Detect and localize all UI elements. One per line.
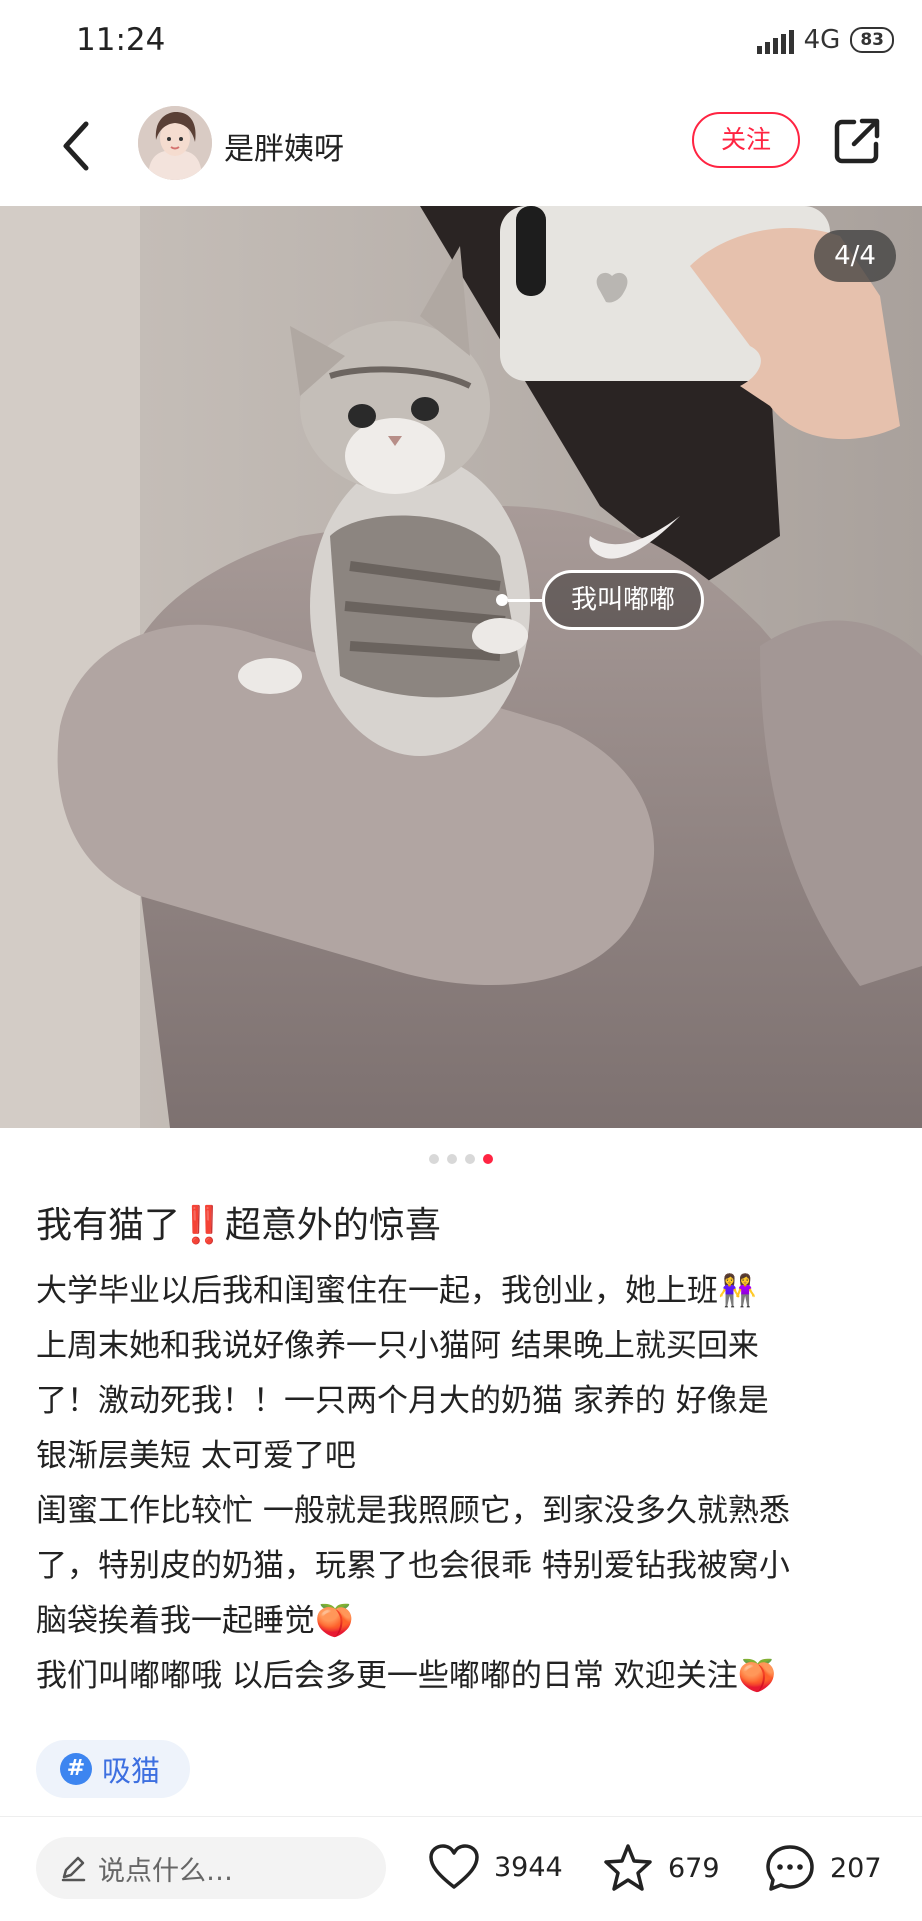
post-body-line: 上周末她和我说好像养一只小猫阿 结果晚上就买回来 xyxy=(36,1328,759,1364)
post-image[interactable]: 4/4 我叫嘟嘟 xyxy=(0,206,922,1128)
status-indicators: 4G 83 xyxy=(756,22,894,58)
tag-anchor-dot xyxy=(496,594,508,606)
heart-icon xyxy=(429,1844,479,1889)
tag-label[interactable]: 我叫嘟嘟 xyxy=(542,570,705,630)
double-exclamation-icon: ‼️ xyxy=(180,1205,225,1246)
author-name[interactable]: 是胖姨呀 xyxy=(224,124,344,168)
back-button[interactable] xyxy=(54,116,104,176)
star-icon xyxy=(604,1844,652,1891)
kitten-photo xyxy=(0,206,922,1128)
hashtag-label: 吸猫 xyxy=(102,1754,161,1788)
carousel-dot xyxy=(447,1154,457,1164)
hashtag-chip[interactable]: # 吸猫 xyxy=(36,1740,191,1798)
image-counter: 4/4 xyxy=(814,230,896,282)
comment-count: 207 xyxy=(830,1852,882,1884)
carousel-dot xyxy=(465,1154,475,1164)
signal-icon xyxy=(756,26,794,54)
pencil-icon xyxy=(61,1856,86,1882)
carousel-dot-active xyxy=(483,1154,493,1164)
comment-button[interactable]: 207 xyxy=(764,1843,882,1893)
post-body-line: 闺蜜工作比较忙 一般就是我照顾它，到家没多久就熟悉 xyxy=(36,1493,790,1529)
post-body-line: 大学毕业以后我和闺蜜住在一起，我创业，她上班👭 xyxy=(36,1273,757,1309)
post-body-line: 脑袋挨着我一起睡觉🍑 xyxy=(36,1603,354,1639)
comment-placeholder: 说点什么… xyxy=(98,1855,233,1887)
post-body-line: 我们叫嘟嘟哦 以后会多更一些嘟嘟的日常 欢迎关注🍑 xyxy=(36,1658,777,1694)
image-tag[interactable]: 我叫嘟嘟 xyxy=(496,570,705,630)
tag-connector xyxy=(508,598,542,602)
avatar-image xyxy=(138,106,212,180)
post-header: 是胖姨呀 关注 xyxy=(0,84,922,207)
post-body-line: 银渐层美短 太可爱了吧 xyxy=(36,1438,356,1474)
status-bar: 11:24 4G 83 xyxy=(0,0,922,84)
post-title: 我有猫了‼️超意外的惊喜 xyxy=(36,1196,441,1248)
comment-input[interactable]: 说点什么… xyxy=(36,1837,386,1899)
back-arrow-icon xyxy=(63,121,89,171)
follow-button[interactable]: 关注 xyxy=(692,112,800,168)
like-count: 3944 xyxy=(494,1851,563,1883)
post-body-line: 了，特别皮的奶猫，玩累了也会很乖 特别爱钻我被窝小 xyxy=(36,1548,790,1584)
comment-bubble-icon xyxy=(766,1845,814,1891)
post-title-start: 我有猫了 xyxy=(36,1205,181,1246)
collect-count: 679 xyxy=(668,1852,720,1884)
collect-button[interactable]: 679 xyxy=(602,1843,720,1893)
post-body-line: 了！激动死我！！一只两个月大的奶猫 家养的 好像是 xyxy=(36,1383,769,1419)
post-body: 大学毕业以后我和闺蜜住在一起，我创业，她上班👭 上周末她和我说好像养一只小猫阿 … xyxy=(36,1264,896,1704)
like-button[interactable]: 3944 xyxy=(428,1843,563,1891)
post-title-end: 超意外的惊喜 xyxy=(224,1205,441,1246)
share-button[interactable] xyxy=(832,116,882,166)
battery-icon: 83 xyxy=(850,27,894,53)
status-time: 11:24 xyxy=(76,22,166,58)
carousel-indicator xyxy=(0,1154,922,1164)
share-icon xyxy=(834,118,880,164)
network-type: 4G xyxy=(803,25,841,55)
carousel-dot xyxy=(429,1154,439,1164)
hashtag-icon: # xyxy=(60,1753,92,1785)
author-avatar[interactable] xyxy=(138,106,212,180)
bottom-action-bar: 说点什么… 3944 679 207 xyxy=(0,1816,922,1921)
